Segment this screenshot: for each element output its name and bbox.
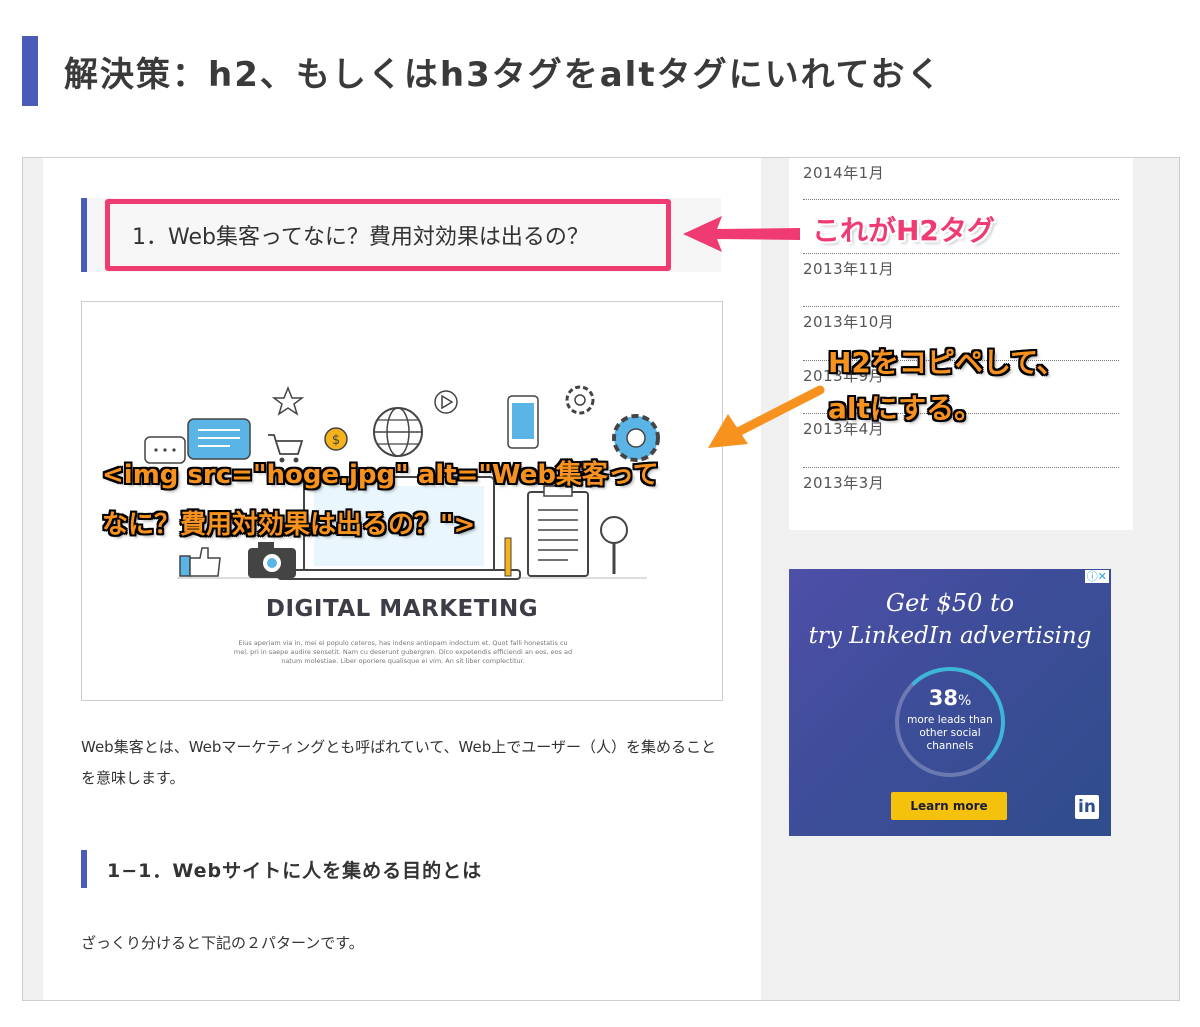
page-heading: 解決策：h2、もしくはh3タグをaltタグにいれておく bbox=[22, 36, 943, 106]
star-icon bbox=[271, 385, 305, 416]
article-column: 1．Web集客ってなに？費用対効果は出るの？ $ DIGITAL MARKETI… bbox=[43, 158, 761, 1000]
ad-subheadline: try LinkedIn advertising bbox=[808, 623, 1092, 649]
hero-caption: Eius aperiam via in, mei ei populo ceter… bbox=[233, 639, 573, 665]
linkedin-ad-banner[interactable]: ⓘ✕ Get $50 to try LinkedIn advertising 3… bbox=[789, 569, 1111, 836]
alt-code-callout: <img src="hoge.jpg" alt="Web集客って なに？費用対効… bbox=[102, 460, 659, 540]
ad-percent: 38% bbox=[928, 686, 972, 710]
screenshot-frame: 1．Web集客ってなに？費用対効果は出るの？ $ DIGITAL MARKETI… bbox=[22, 157, 1180, 1001]
learn-more-button[interactable]: Learn more bbox=[891, 792, 1007, 820]
h2-highlight-box: 1．Web集客ってなに？費用対効果は出るの？ bbox=[105, 199, 671, 271]
h3-accent-bar bbox=[81, 850, 87, 888]
archive-link[interactable]: 2013年3月 bbox=[803, 468, 1119, 522]
ad-percent-caption: more leads than other social channels bbox=[907, 714, 993, 752]
globe-icon bbox=[373, 407, 423, 457]
h3-heading-block: 1−1．Webサイトに人を集める目的とは bbox=[81, 850, 482, 888]
h2-heading-text: 1．Web集客ってなに？費用対効果は出るの？ bbox=[132, 225, 589, 250]
hero-title: DIGITAL MARKETING bbox=[265, 596, 539, 622]
ad-headline: Get $50 to bbox=[885, 589, 1015, 617]
linkedin-logo-icon: in bbox=[1075, 795, 1099, 819]
heading-accent-bar bbox=[22, 36, 38, 106]
h3-heading-text: 1−1．Webサイトに人を集める目的とは bbox=[107, 859, 483, 882]
h2-accent-bar bbox=[81, 198, 87, 272]
h2-heading-block: 1．Web集客ってなに？費用対効果は出るの？ bbox=[81, 198, 721, 272]
svg-text:$: $ bbox=[332, 433, 340, 448]
intro-paragraph: Web集客とは、Webマーケティングとも呼ばれていて、Web上でユーザー（人）を… bbox=[81, 738, 716, 787]
h2-tag-callout: これがH2タグ bbox=[812, 214, 995, 247]
ad-choices-icon[interactable]: ⓘ✕ bbox=[1084, 570, 1109, 583]
play-icon bbox=[434, 390, 458, 414]
body-paragraph: ざっくり分けると下記の２パターンです。 bbox=[81, 934, 364, 952]
archive-link[interactable]: 2013年11月 bbox=[803, 254, 1119, 307]
copy-paste-callout: H2をコピペして、 altにする。 bbox=[828, 346, 1065, 425]
page-title: 解決策：h2、もしくはh3タグをaltタグにいれておく bbox=[64, 54, 943, 95]
archive-link[interactable]: 2014年1月 bbox=[803, 158, 1119, 200]
thumbs-up-icon bbox=[179, 547, 221, 577]
